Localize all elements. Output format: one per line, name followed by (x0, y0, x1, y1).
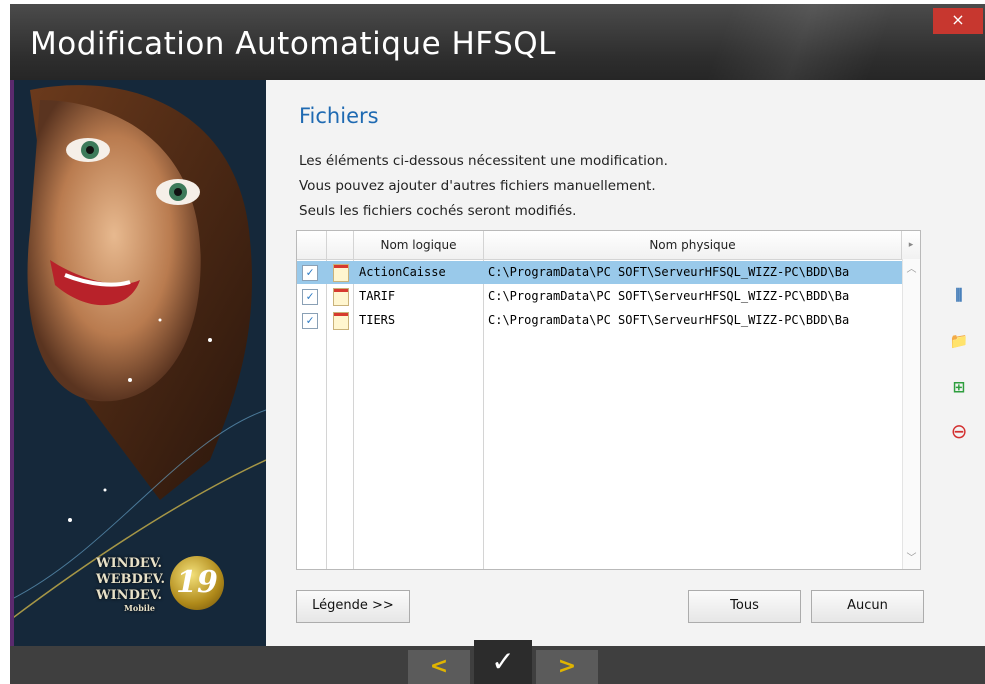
cell-logical-name: ActionCaisse (359, 265, 446, 279)
version-badge: 19 (170, 556, 224, 610)
column-header-logical-name[interactable]: Nom logique (354, 231, 484, 259)
page-description: Les éléments ci-dessous nécessitent une … (299, 149, 668, 224)
table-header: Nom logique Nom physique ▸ (297, 231, 920, 260)
table-row[interactable]: ✓ TARIF C:\ProgramData\PC SOFT\ServeurHF… (297, 285, 903, 308)
table-row[interactable]: ✓ TIERS C:\ProgramData\PC SOFT\ServeurHF… (297, 309, 903, 332)
cell-physical-name: C:\ProgramData\PC SOFT\ServeurHFSQL_WIZZ… (488, 313, 850, 327)
column-menu-icon[interactable]: ▸ (902, 231, 920, 259)
data-file-icon (333, 264, 349, 282)
checkmark-icon: ✓ (491, 645, 515, 678)
row-checkbox[interactable]: ✓ (302, 265, 318, 281)
title-bar: Modification Automatique HFSQL × (10, 4, 985, 80)
add-folder-button[interactable]: 📁 (946, 328, 972, 354)
data-file-icon (333, 312, 349, 330)
vertical-scrollbar[interactable]: ︿ ﹀ (902, 259, 920, 569)
column-icon: ⫼ (955, 286, 963, 304)
description-line: Vous pouvez ajouter d'autres fichiers ma… (299, 178, 656, 194)
none-button[interactable]: Aucun (811, 590, 924, 623)
wizard-window: Modification Automatique HFSQL × WINDEV.… (10, 4, 985, 684)
logo-mobile-label: Mobile (124, 603, 155, 613)
data-file-icon (333, 288, 349, 306)
chevron-left-icon: < (429, 654, 449, 679)
files-table[interactable]: Nom logique Nom physique ▸ ✓ ActionCaiss… (296, 230, 921, 570)
description-line: Seuls les fichiers cochés seront modifié… (299, 203, 577, 219)
page-title: Fichiers (299, 104, 379, 128)
finish-button[interactable]: ✓ (474, 640, 532, 684)
logo-line-webdev: WEBDEV. (96, 572, 166, 587)
remove-file-button[interactable]: ⊖ (946, 418, 972, 444)
brand-image-panel: WINDEV. WEBDEV. WINDEV. Mobile 19 (10, 80, 266, 646)
legend-button[interactable]: Légende >> (296, 590, 410, 623)
cell-physical-name: C:\ProgramData\PC SOFT\ServeurHFSQL_WIZZ… (488, 265, 850, 279)
cell-logical-name: TIERS (359, 313, 396, 327)
all-button[interactable]: Tous (688, 590, 801, 623)
row-checkbox[interactable]: ✓ (302, 313, 318, 329)
scroll-up-icon[interactable]: ︿ (903, 261, 920, 278)
logo-line-windev-mobile: WINDEV. (96, 588, 163, 603)
add-file-icon: ⊞ (952, 378, 966, 396)
next-button[interactable]: > (536, 650, 598, 684)
cell-logical-name: TARIF (359, 289, 396, 303)
wizard-content: Fichiers Les éléments ci-dessous nécessi… (266, 80, 985, 646)
windev-logo: WINDEV. WEBDEV. WINDEV. Mobile (96, 556, 165, 613)
chevron-right-icon: > (557, 654, 577, 679)
logo-line-windev: WINDEV. (96, 556, 163, 571)
scroll-down-icon[interactable]: ﹀ (903, 550, 920, 567)
remove-icon: ⊖ (950, 419, 968, 443)
add-file-button[interactable]: ⊞ (946, 374, 972, 400)
table-row[interactable]: ✓ ActionCaisse C:\ProgramData\PC SOFT\Se… (297, 261, 903, 284)
add-folder-icon: 📁 (949, 332, 969, 350)
description-line: Les éléments ci-dessous nécessitent une … (299, 153, 668, 169)
column-header-check[interactable] (297, 231, 327, 259)
cell-physical-name: C:\ProgramData\PC SOFT\ServeurHFSQL_WIZZ… (488, 289, 850, 303)
title-bar-highlight (570, 4, 950, 80)
column-header-physical-name[interactable]: Nom physique (484, 231, 902, 259)
window-title: Modification Automatique HFSQL (30, 26, 556, 62)
previous-button[interactable]: < (408, 650, 470, 684)
close-button[interactable]: × (933, 8, 983, 34)
column-header-icon[interactable] (327, 231, 354, 259)
row-checkbox[interactable]: ✓ (302, 289, 318, 305)
column-settings-button[interactable]: ⫼ (946, 282, 972, 308)
